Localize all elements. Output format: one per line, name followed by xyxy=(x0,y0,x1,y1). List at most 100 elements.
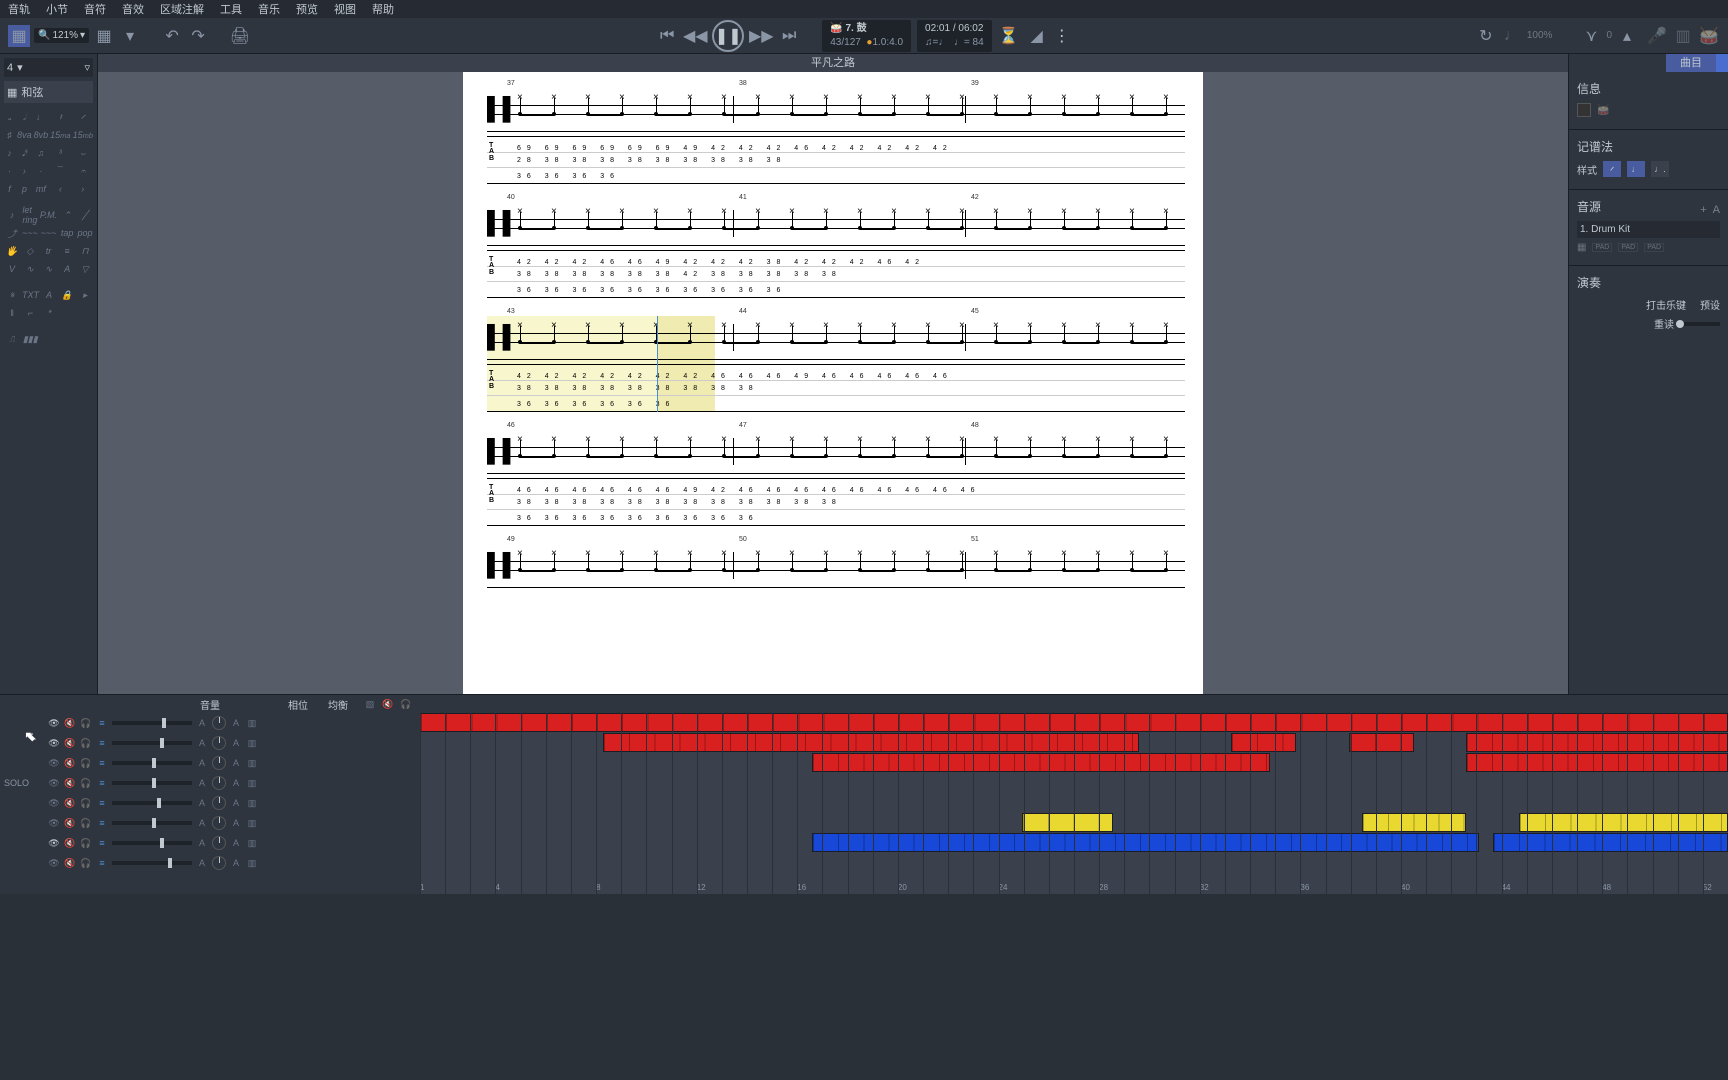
mute-icon[interactable]: 🔇 xyxy=(64,758,76,769)
pan-knob[interactable] xyxy=(212,776,226,790)
skip-end-button[interactable]: ⏭ xyxy=(778,25,800,47)
automation-icon[interactable]: A xyxy=(230,758,242,768)
clip-block[interactable] xyxy=(1466,753,1728,772)
volume-slider[interactable] xyxy=(112,741,192,745)
pan-knob[interactable] xyxy=(212,716,226,730)
crescendo-icon[interactable]: ‹ xyxy=(50,181,70,197)
list-icon[interactable]: ≡ xyxy=(96,838,108,848)
color-swatch[interactable] xyxy=(1577,103,1591,117)
visibility-icon[interactable]: 👁 xyxy=(48,838,60,849)
visibility-icon[interactable]: 👁 xyxy=(48,718,60,729)
style-tab-button[interactable]: ♩. xyxy=(1651,161,1669,177)
solo-icon[interactable]: 🎧 xyxy=(80,798,92,809)
pan-knob[interactable] xyxy=(212,736,226,750)
clip-block[interactable] xyxy=(1519,813,1728,832)
mute-icon[interactable]: 🔇 xyxy=(64,818,76,829)
up-stroke-icon[interactable]: V xyxy=(4,261,20,277)
clip-block[interactable] xyxy=(1349,733,1414,752)
triplet-icon[interactable]: ³ xyxy=(50,145,70,161)
visibility-icon[interactable]: 👁 xyxy=(48,738,60,749)
pan-knob[interactable] xyxy=(212,856,226,870)
menu-music[interactable]: 音乐 xyxy=(258,1,280,17)
diminuendo-icon[interactable]: › xyxy=(73,181,93,197)
visibility-icon[interactable]: 👁 xyxy=(48,858,60,869)
forte-icon[interactable]: f xyxy=(4,181,15,197)
visibility-icon[interactable]: 👁 xyxy=(48,818,60,829)
text-icon[interactable]: A xyxy=(59,261,75,277)
fermata-icon[interactable]: 𝄐 xyxy=(73,163,93,179)
track-info-box[interactable]: 🥁 7. 鼓 43/127 ●1.0:4.0 xyxy=(822,20,911,52)
chevron-down-icon[interactable]: ▾ xyxy=(119,25,141,47)
grace-icon[interactable]: ♪ xyxy=(4,207,20,223)
ottava-icon[interactable]: 15mb xyxy=(73,127,93,143)
sixteenth-note-icon[interactable]: 𝅘𝅥𝅯 xyxy=(17,145,32,161)
menu-effect[interactable]: 音效 xyxy=(122,1,144,17)
zoom-control[interactable]: 🔍 121% ▾ xyxy=(34,28,89,43)
automation-icon[interactable]: A xyxy=(196,858,208,868)
slap-icon[interactable]: 🖐 xyxy=(4,243,20,259)
dot-icon[interactable]: · xyxy=(4,163,15,179)
menu-view[interactable]: 视图 xyxy=(334,1,356,17)
up-arrow-icon[interactable]: ▴ xyxy=(1616,25,1638,47)
automation-icon[interactable]: A xyxy=(196,718,208,728)
metronome-icon[interactable]: ◢ xyxy=(1026,25,1048,47)
sharp-icon[interactable]: ♯ xyxy=(4,127,15,143)
list-icon[interactable]: ≡ xyxy=(96,798,108,808)
automation-icon[interactable]: A xyxy=(230,818,242,828)
wave-icon[interactable]: ∿ xyxy=(40,261,57,277)
loop-icon[interactable]: ↻ xyxy=(1475,25,1497,47)
rewind-button[interactable]: ◀◀ xyxy=(684,25,706,47)
volume-slider[interactable] xyxy=(112,721,192,725)
lock-icon[interactable]: 🔒 xyxy=(59,287,75,303)
eq-icon[interactable]: ▥ xyxy=(246,758,258,769)
coda-icon[interactable]: 𝄌 xyxy=(41,305,57,321)
drum-pad-icon[interactable]: ▦ xyxy=(1577,242,1586,253)
automation-icon[interactable]: A xyxy=(196,778,208,788)
text-icon[interactable]: A xyxy=(1713,204,1720,216)
automation-icon[interactable]: A xyxy=(230,778,242,788)
mode-icon[interactable]: ▦ xyxy=(8,25,30,47)
list-icon[interactable]: ≡ xyxy=(96,858,108,868)
wide-vibrato-icon[interactable]: ~~~ xyxy=(40,225,57,241)
tenuto-icon[interactable]: ¯ xyxy=(50,163,70,179)
pan-knob[interactable] xyxy=(212,816,226,830)
quarter-note-icon[interactable]: ♩ xyxy=(34,109,49,125)
menu-section[interactable]: 区域注解 xyxy=(160,1,204,17)
pad-icon[interactable]: PAD xyxy=(1592,243,1612,252)
pop-icon[interactable]: pop xyxy=(77,225,93,241)
layout-icon[interactable]: ▦ xyxy=(93,25,115,47)
view-icon[interactable]: ▧ xyxy=(364,699,376,710)
clip-block[interactable] xyxy=(1466,733,1728,752)
let-ring-icon[interactable]: letring xyxy=(22,207,38,223)
solo-icon[interactable]: 🎧 xyxy=(80,838,92,849)
print-button[interactable]: 🖨 xyxy=(229,25,251,47)
automation-icon[interactable]: A xyxy=(230,858,242,868)
solo-icon[interactable]: 🎧 xyxy=(80,718,92,729)
accent-icon[interactable]: › xyxy=(17,163,32,179)
mute-icon[interactable]: 🔇 xyxy=(64,738,76,749)
solo-icon[interactable]: 🎧 xyxy=(80,858,92,869)
mute-icon[interactable]: 🔇 xyxy=(64,838,76,849)
piano-icon[interactable]: p xyxy=(17,181,32,197)
segno-icon[interactable]: 𝄋 xyxy=(4,287,20,303)
slash-icon[interactable]: 𝄍 xyxy=(73,109,93,125)
pad-icon[interactable]: PAD xyxy=(1618,243,1638,252)
whole-note-icon[interactable]: 𝅝 xyxy=(4,109,15,125)
repeat-icon[interactable]: ‖ xyxy=(4,305,20,321)
vibrato-icon[interactable]: ~~~ xyxy=(22,225,38,241)
chord-button[interactable]: ▦ 和弦 xyxy=(4,81,93,103)
sound-item[interactable]: 1. Drum Kit xyxy=(1577,221,1720,238)
mute-icon[interactable]: 🔇 xyxy=(64,858,76,869)
menu-preview[interactable]: 预览 xyxy=(296,1,318,17)
pan-knob[interactable] xyxy=(212,796,226,810)
marker-icon[interactable]: ▽ xyxy=(77,261,93,277)
tab-track[interactable]: 曲目 xyxy=(1666,54,1716,72)
headphone-icon[interactable]: 🎧 xyxy=(400,699,412,710)
half-note-icon[interactable]: 𝅗𝅥 xyxy=(17,109,32,125)
play-pause-button[interactable]: ❚❚ xyxy=(712,20,744,52)
bend-icon[interactable]: ⤴ xyxy=(4,225,20,241)
octave-up-icon[interactable]: 8va xyxy=(17,127,32,143)
tap-icon[interactable]: tap xyxy=(59,225,75,241)
mute-icon[interactable]: 🔇 xyxy=(64,778,76,789)
visibility-icon[interactable]: 👁 xyxy=(48,778,60,789)
